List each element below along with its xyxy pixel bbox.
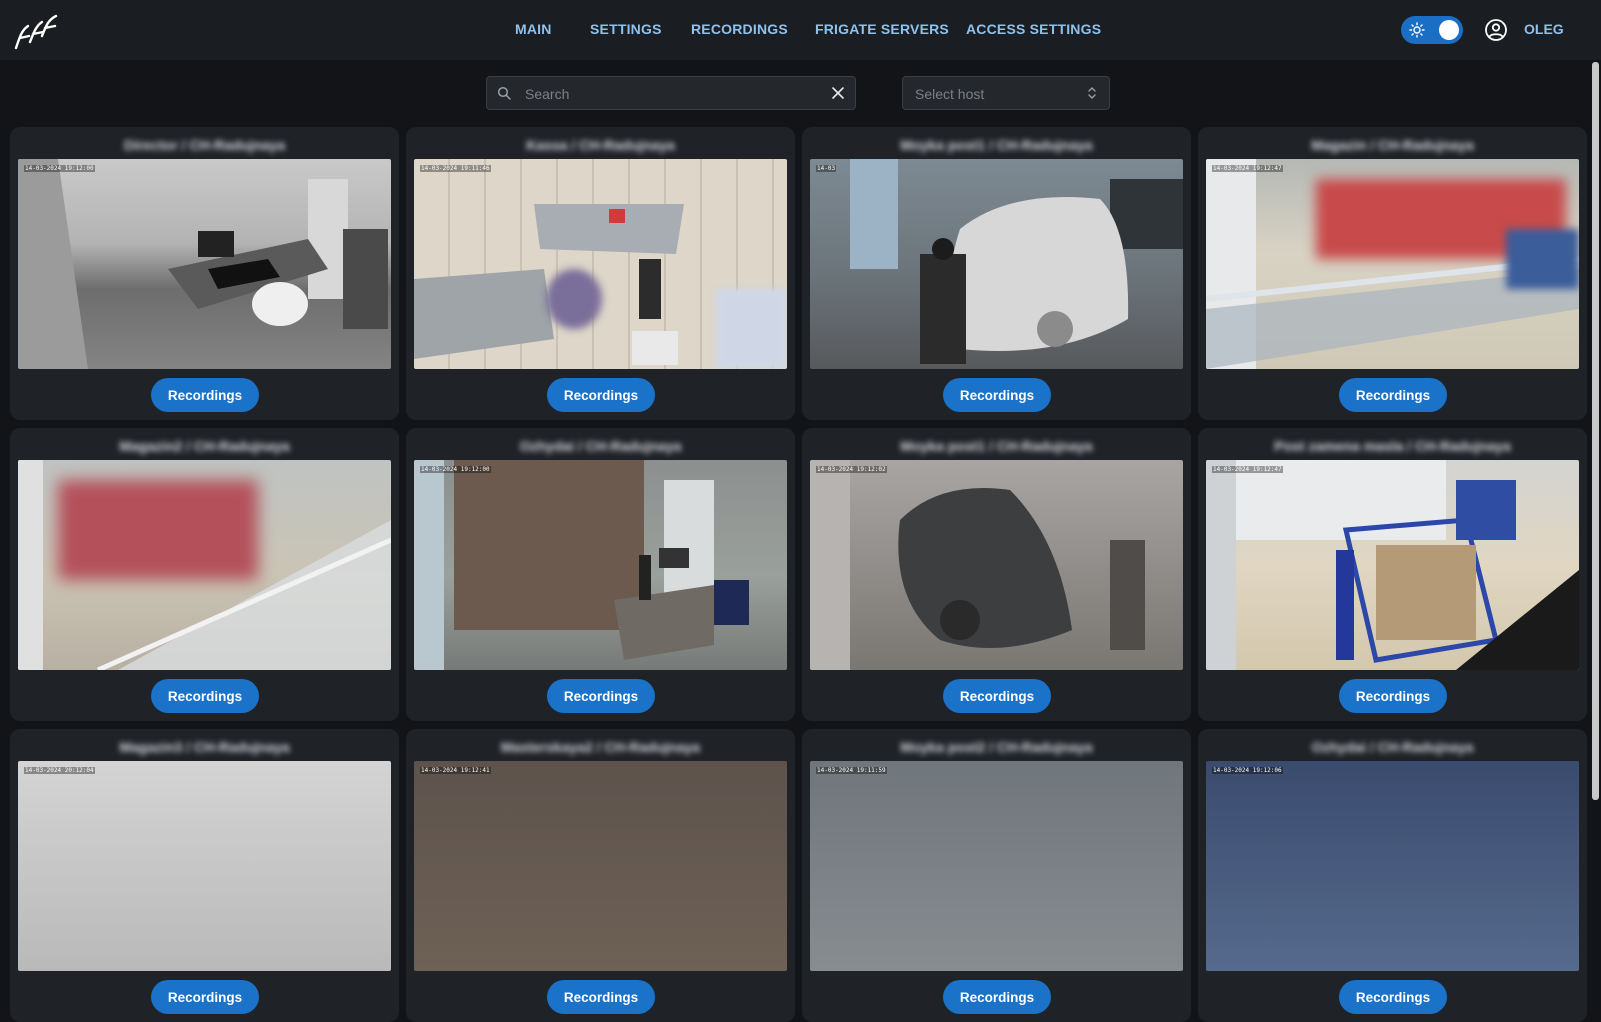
theme-toggle[interactable]	[1401, 16, 1463, 44]
camera-timestamp: 14-03-2024 19:12:41	[420, 767, 491, 774]
recordings-button[interactable]: Recordings	[943, 378, 1051, 412]
chevron-up-down-icon	[1088, 87, 1096, 99]
camera-feed[interactable]: 14-03-2024 19:12:47	[1206, 460, 1579, 670]
camera-card: Ozhydai / CH-Radujnaya 14-03-2024 19:12:…	[406, 428, 795, 721]
nav-frigate-servers[interactable]: FRIGATE SERVERS	[815, 21, 949, 37]
camera-card: Ozhydai / CH-Radujnaya 14-03-2024 19:12:…	[1198, 729, 1587, 1022]
camera-title: Post zamena masla / CH-Radujnaya	[1274, 438, 1511, 454]
clear-search-icon[interactable]	[831, 86, 845, 100]
camera-card: Magazin / CH-Radujnaya 14-03-2024 19:12:…	[1198, 127, 1587, 420]
nav-main[interactable]: MAIN	[515, 21, 552, 37]
camera-card: Masterskaya2 / CH-Radujnaya 14-03-2024 1…	[406, 729, 795, 1022]
camera-feed[interactable]: 14-03-2024 19:12:00	[18, 159, 391, 369]
camera-title: Masterskaya2 / CH-Radujnaya	[500, 739, 701, 755]
recordings-button[interactable]: Recordings	[1339, 980, 1447, 1014]
garage-scene	[1206, 460, 1579, 670]
cashier-scene	[414, 204, 787, 369]
main-nav: MAIN SETTINGS RECORDINGS FRIGATE SERVERS…	[0, 0, 1601, 60]
camera-title: Moyka post1 / CH-Radujnaya	[900, 137, 1093, 153]
search-icon	[497, 86, 511, 100]
shop-aisle-scene	[18, 460, 391, 670]
camera-feed[interactable]: 14-03	[810, 159, 1183, 369]
camera-timestamp: 14-03-2024 20:12:04	[24, 767, 95, 774]
scrollbar-thumb[interactable]	[1592, 62, 1599, 800]
camera-card: Post zamena masla / CH-Radujnaya 14-03-2…	[1198, 428, 1587, 721]
recordings-button[interactable]: Recordings	[151, 980, 259, 1014]
camera-card: Magazin3 / CH-Radujnaya 14-03-2024 20:12…	[10, 729, 399, 1022]
camera-title: Director / CH-Radujnaya	[123, 137, 286, 153]
search-box	[486, 76, 856, 111]
recordings-button[interactable]: Recordings	[1339, 679, 1447, 713]
nav-settings[interactable]: SETTINGS	[590, 21, 662, 37]
carwash2-scene	[810, 460, 1145, 670]
sun-icon	[1409, 22, 1425, 38]
camera-title: Kassa / CH-Radujnaya	[526, 137, 675, 153]
recordings-button[interactable]: Recordings	[547, 679, 655, 713]
camera-card: Director / CH-Radujnaya 14-03-2024 19:12…	[10, 127, 399, 420]
recordings-button[interactable]: Recordings	[151, 679, 259, 713]
camera-feed[interactable]: 14-03-2024 19:12:06	[1206, 761, 1579, 971]
camera-feed[interactable]: 14-03-2024 19:12:47	[1206, 159, 1579, 369]
camera-card: Magazin2 / CH-Radujnaya Recordings	[10, 428, 399, 721]
camera-timestamp: 14-03-2024 19:12:00	[420, 466, 491, 473]
page-scrollbar[interactable]	[1590, 60, 1601, 802]
camera-title: Magazin2 / CH-Radujnaya	[119, 438, 290, 454]
camera-timestamp: 14-03	[816, 165, 837, 172]
camera-title: Moyka post1 / CH-Radujnaya	[900, 438, 1093, 454]
camera-timestamp: 14-03-2024 19:11:59	[816, 767, 887, 774]
camera-timestamp: 14-03-2024 19:11:46	[420, 165, 491, 172]
carwash-scene	[850, 159, 1183, 364]
camera-feed[interactable]: 14-03-2024 19:11:59	[810, 761, 1183, 971]
camera-feed[interactable]: 14-03-2024 19:12:00	[414, 460, 787, 670]
recordings-button[interactable]: Recordings	[547, 378, 655, 412]
camera-card: Moyka post1 / CH-Radujnaya 14-03-2024 19…	[802, 428, 1191, 721]
shop-scene	[1206, 159, 1579, 369]
camera-feed[interactable]: 14-03-2024 19:12:41	[414, 761, 787, 971]
camera-title: Magazin3 / CH-Radujnaya	[119, 739, 290, 755]
camera-title: Ozhydai / CH-Radujnaya	[519, 438, 682, 454]
recordings-button[interactable]: Recordings	[1339, 378, 1447, 412]
office-scene	[18, 159, 388, 369]
office2-scene	[414, 460, 749, 670]
camera-feed[interactable]: 14-03-2024 20:12:04	[18, 761, 391, 971]
camera-title: Moyka post2 / CH-Radujnaya	[900, 739, 1093, 755]
host-select[interactable]: Select host	[902, 76, 1110, 110]
top-bar: MAIN SETTINGS RECORDINGS FRIGATE SERVERS…	[0, 0, 1601, 60]
nav-recordings[interactable]: RECORDINGS	[691, 21, 788, 37]
camera-card: Moyka post1 / CH-Radujnaya 14-03 Recordi…	[802, 127, 1191, 420]
nav-access-settings[interactable]: ACCESS SETTINGS	[966, 21, 1101, 37]
recordings-button[interactable]: Recordings	[943, 679, 1051, 713]
camera-card: Kassa / CH-Radujnaya 14-03-2024 19:11:46…	[406, 127, 795, 420]
camera-timestamp: 14-03-2024 19:12:00	[24, 165, 95, 172]
camera-card: Moyka post2 / CH-Radujnaya 14-03-2024 19…	[802, 729, 1191, 1022]
user-account-icon[interactable]	[1484, 18, 1508, 42]
camera-timestamp: 14-03-2024 19:12:06	[1212, 767, 1283, 774]
host-select-placeholder: Select host	[915, 86, 985, 102]
camera-title: Ozhydai / CH-Radujnaya	[1311, 739, 1474, 755]
toggle-knob	[1439, 20, 1459, 40]
recordings-button[interactable]: Recordings	[943, 980, 1051, 1014]
recordings-button[interactable]: Recordings	[547, 980, 655, 1014]
camera-feed[interactable]	[18, 460, 391, 670]
recordings-button[interactable]: Recordings	[151, 378, 259, 412]
camera-timestamp: 14-03-2024 19:12:47	[1212, 165, 1283, 172]
search-input[interactable]	[523, 77, 817, 111]
camera-feed[interactable]: 14-03-2024 19:12:02	[810, 460, 1183, 670]
camera-timestamp: 14-03-2024 19:12:47	[1212, 466, 1283, 473]
user-name[interactable]: OLEG	[1524, 21, 1564, 37]
camera-timestamp: 14-03-2024 19:12:02	[816, 466, 887, 473]
camera-feed[interactable]: 14-03-2024 19:11:46	[414, 159, 787, 369]
camera-title: Magazin / CH-Radujnaya	[1311, 137, 1474, 153]
